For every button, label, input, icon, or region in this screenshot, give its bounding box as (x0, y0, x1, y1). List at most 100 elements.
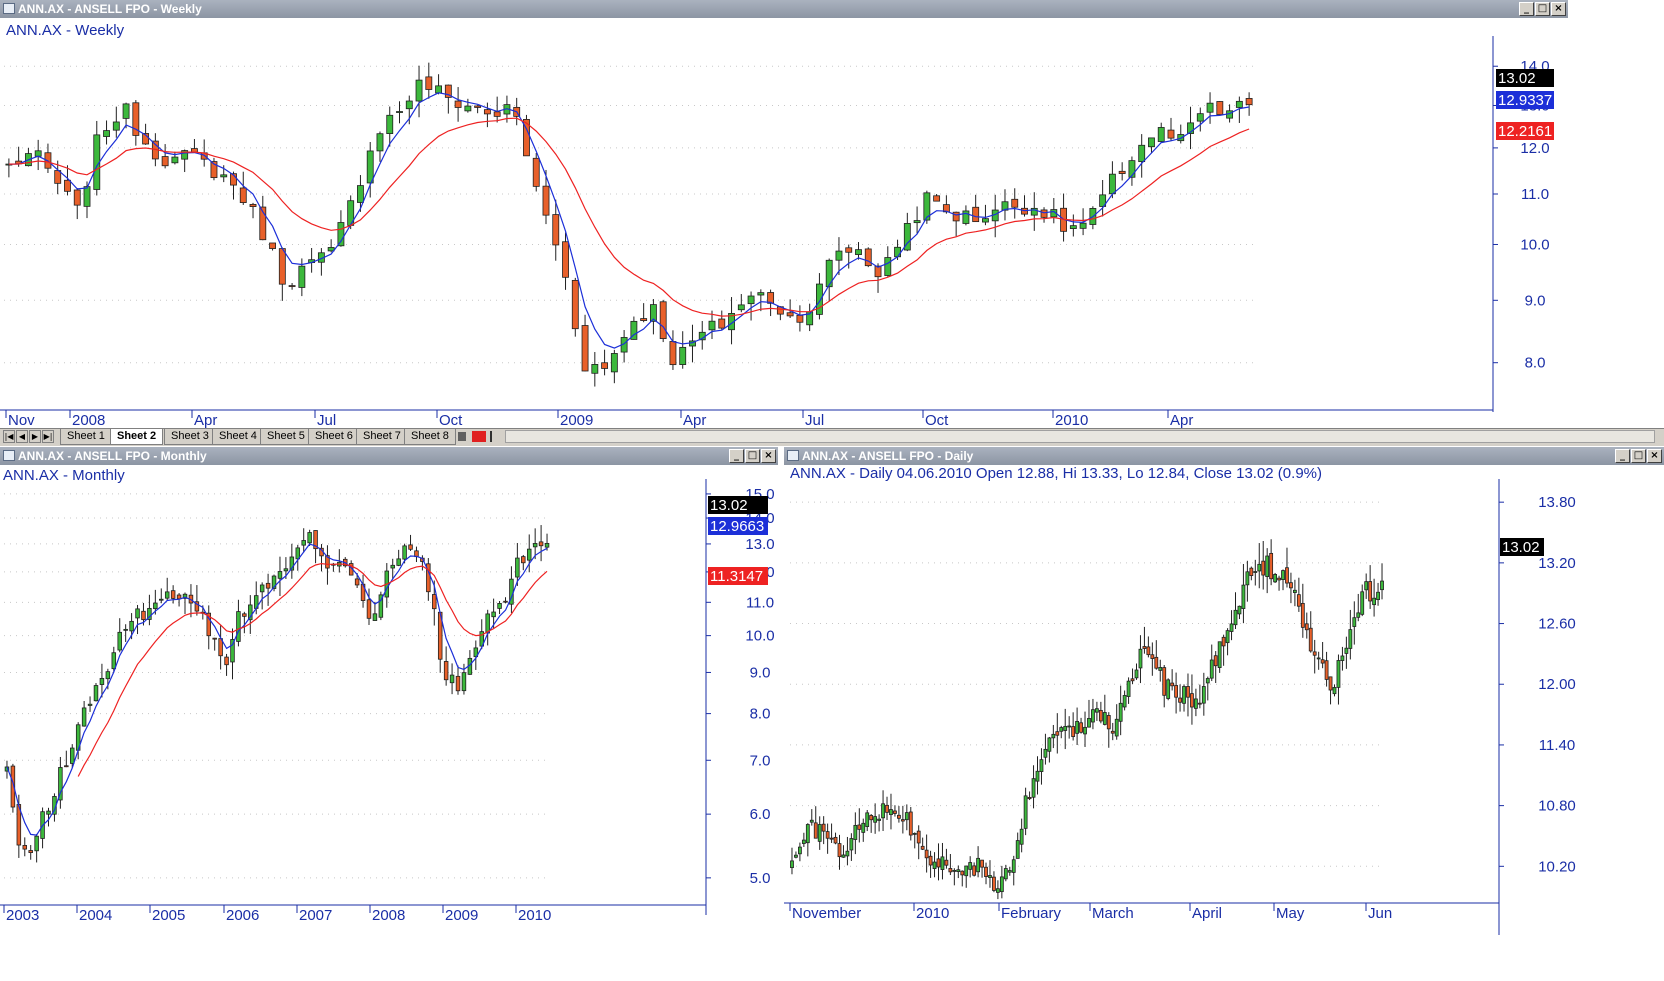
y-tick-label: 8.0 (1525, 355, 1546, 372)
candle-body (816, 283, 823, 315)
y-tick-label: 13.20 (1538, 555, 1576, 572)
candle-body (865, 812, 870, 827)
tab-sheet-2[interactable]: Sheet 2 (110, 429, 164, 445)
candle-body (1245, 98, 1253, 106)
tab-sheet-8[interactable]: Sheet 8 (404, 429, 456, 445)
candle-body (960, 870, 965, 876)
monthly-chart[interactable]: 15.014.013.012.011.010.09.08.07.06.05.01… (0, 447, 778, 981)
candle-body (1063, 725, 1068, 731)
candle-body (1380, 580, 1384, 591)
candle-body (1069, 225, 1077, 229)
candle-body (242, 613, 247, 617)
candle-body (307, 532, 312, 544)
price-tag-label: 12.9337 (1498, 92, 1552, 109)
first-sheet-button[interactable]: |◀ (3, 430, 15, 443)
weekly-chart-window[interactable]: ANN.AX - ANSELL FPO - Weekly _ □ × 14.0 1… (0, 0, 1568, 434)
tab-sheet-5[interactable]: Sheet 5 (260, 429, 312, 445)
candle-body (849, 838, 854, 851)
tab-sheet-1[interactable]: Sheet 1 (60, 429, 112, 445)
candle-body (885, 804, 889, 813)
candle-body (747, 295, 755, 305)
candle-body (1138, 648, 1143, 669)
prev-sheet-button[interactable]: ◀ (16, 430, 28, 443)
candle-body (454, 100, 462, 108)
candle-body (1106, 715, 1111, 730)
cursor-icon[interactable] (490, 431, 500, 442)
candle-body (1007, 870, 1012, 873)
x-tick-label: April (1192, 905, 1222, 922)
candle-body (526, 548, 532, 561)
candle-body (122, 103, 130, 119)
x-tick-label: May (1276, 905, 1305, 922)
candle-body (786, 312, 794, 317)
tab-sheet-7[interactable]: Sheet 7 (356, 429, 408, 445)
candle-body (889, 809, 893, 816)
candle-body (372, 613, 378, 621)
candle-body (1102, 712, 1107, 725)
candle-body (141, 610, 146, 621)
candle-body (497, 603, 502, 609)
candle-body (34, 150, 42, 157)
x-tick-label: Jun (1368, 905, 1392, 922)
lock-icon[interactable] (458, 432, 466, 441)
candle-body (1221, 636, 1226, 647)
candle-body (117, 631, 122, 651)
alert-icon[interactable] (472, 431, 486, 442)
y-tick-label: 7.0 (750, 752, 771, 769)
candle-body (432, 594, 437, 610)
candle-body (1134, 669, 1139, 679)
candle-body (1098, 709, 1103, 722)
horizontal-scrollbar[interactable] (505, 430, 1655, 443)
candle-body (809, 819, 814, 823)
candle-body (796, 314, 804, 323)
daily-chart-window[interactable]: ANN.AX - ANSELL FPO - Daily _ □ × 13.80 1… (784, 447, 1664, 981)
candle-body (485, 613, 490, 634)
candle-body (1174, 685, 1179, 698)
candle-body (1348, 629, 1353, 649)
candle-body (1114, 718, 1119, 737)
daily-chart[interactable]: 13.80 13.20 12.60 12.00 11.40 10.80 10.20 13.02… (784, 447, 1664, 981)
candle-body (1055, 731, 1060, 736)
candle-body (936, 858, 941, 868)
candle-body (757, 292, 765, 296)
tab-sheet-4[interactable]: Sheet 4 (212, 429, 264, 445)
candle-body (841, 854, 846, 858)
tab-sheet-6[interactable]: Sheet 6 (308, 429, 360, 445)
candle-body (73, 189, 81, 206)
candle-body (366, 150, 374, 184)
candle-body (376, 133, 384, 152)
candle-body (1320, 659, 1325, 664)
candle-body (571, 279, 579, 330)
x-tick-label: 2010 (518, 907, 551, 924)
candle-body (948, 868, 953, 873)
tab-sheet-3[interactable]: Sheet 3 (164, 429, 216, 445)
next-sheet-button[interactable]: ▶ (29, 430, 41, 443)
candle-body (105, 671, 111, 680)
candle-body (81, 707, 87, 727)
candle-body (813, 822, 818, 839)
candle-body (515, 557, 520, 578)
candle-body (532, 157, 540, 187)
last-sheet-button[interactable]: ▶| (42, 430, 54, 443)
candle-body (1146, 646, 1151, 656)
candle-body (1356, 612, 1361, 618)
candle-body (956, 869, 961, 872)
candle-body (1079, 722, 1083, 733)
candle-body (1118, 170, 1126, 174)
candle-body (408, 544, 413, 550)
ma-slow-line (77, 562, 548, 777)
candle-body (976, 857, 981, 873)
candle-body (897, 814, 901, 819)
monthly-chart-window[interactable]: ANN.AX - ANSELL FPO - Monthly _ □ × 15.0… (0, 447, 778, 981)
candle-body (64, 179, 71, 192)
y-tick-label: 8.0 (750, 706, 771, 723)
candle-body (1292, 589, 1297, 593)
candle-body (1316, 657, 1321, 660)
weekly-chart[interactable]: 14.013.012.011.010.09.08.013.0212.933712… (0, 0, 1568, 434)
candle-body (491, 611, 496, 618)
candle-body (1031, 778, 1036, 798)
candle-body (265, 582, 271, 589)
candle-body (1040, 209, 1048, 218)
candle-body (390, 564, 395, 569)
candle-body (357, 185, 364, 203)
